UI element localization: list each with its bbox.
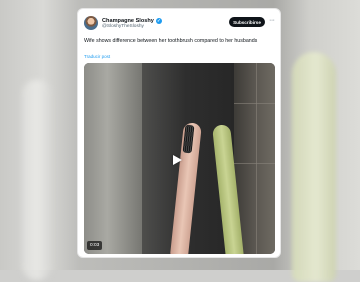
- video-player[interactable]: 0:03: [84, 63, 275, 254]
- video-duration: 0:03: [87, 241, 103, 250]
- tile-grout: [234, 103, 275, 104]
- background-blur-shape: [22, 80, 52, 280]
- more-options-icon[interactable]: ···: [269, 17, 275, 25]
- verified-badge-icon: ✓: [155, 17, 162, 24]
- tweet-card: Champagne Sloshy ✓ @SloshyTheSloshy Subs…: [77, 8, 281, 258]
- avatar[interactable]: [84, 16, 98, 30]
- subscribe-button[interactable]: Subscribirse: [229, 17, 265, 27]
- video-frame-wall: [84, 63, 142, 254]
- tile-grout: [256, 63, 257, 254]
- author-display-name[interactable]: Champagne Sloshy: [102, 18, 154, 24]
- background-toothbrush-blur: [292, 52, 336, 282]
- tweet-text: Wife shows difference between her toothb…: [84, 38, 258, 44]
- play-icon[interactable]: [173, 155, 182, 165]
- author-handle[interactable]: @SloshyTheSloshy: [102, 24, 144, 29]
- translate-post-link[interactable]: Traducir post: [84, 54, 110, 59]
- tile-grout: [234, 163, 275, 164]
